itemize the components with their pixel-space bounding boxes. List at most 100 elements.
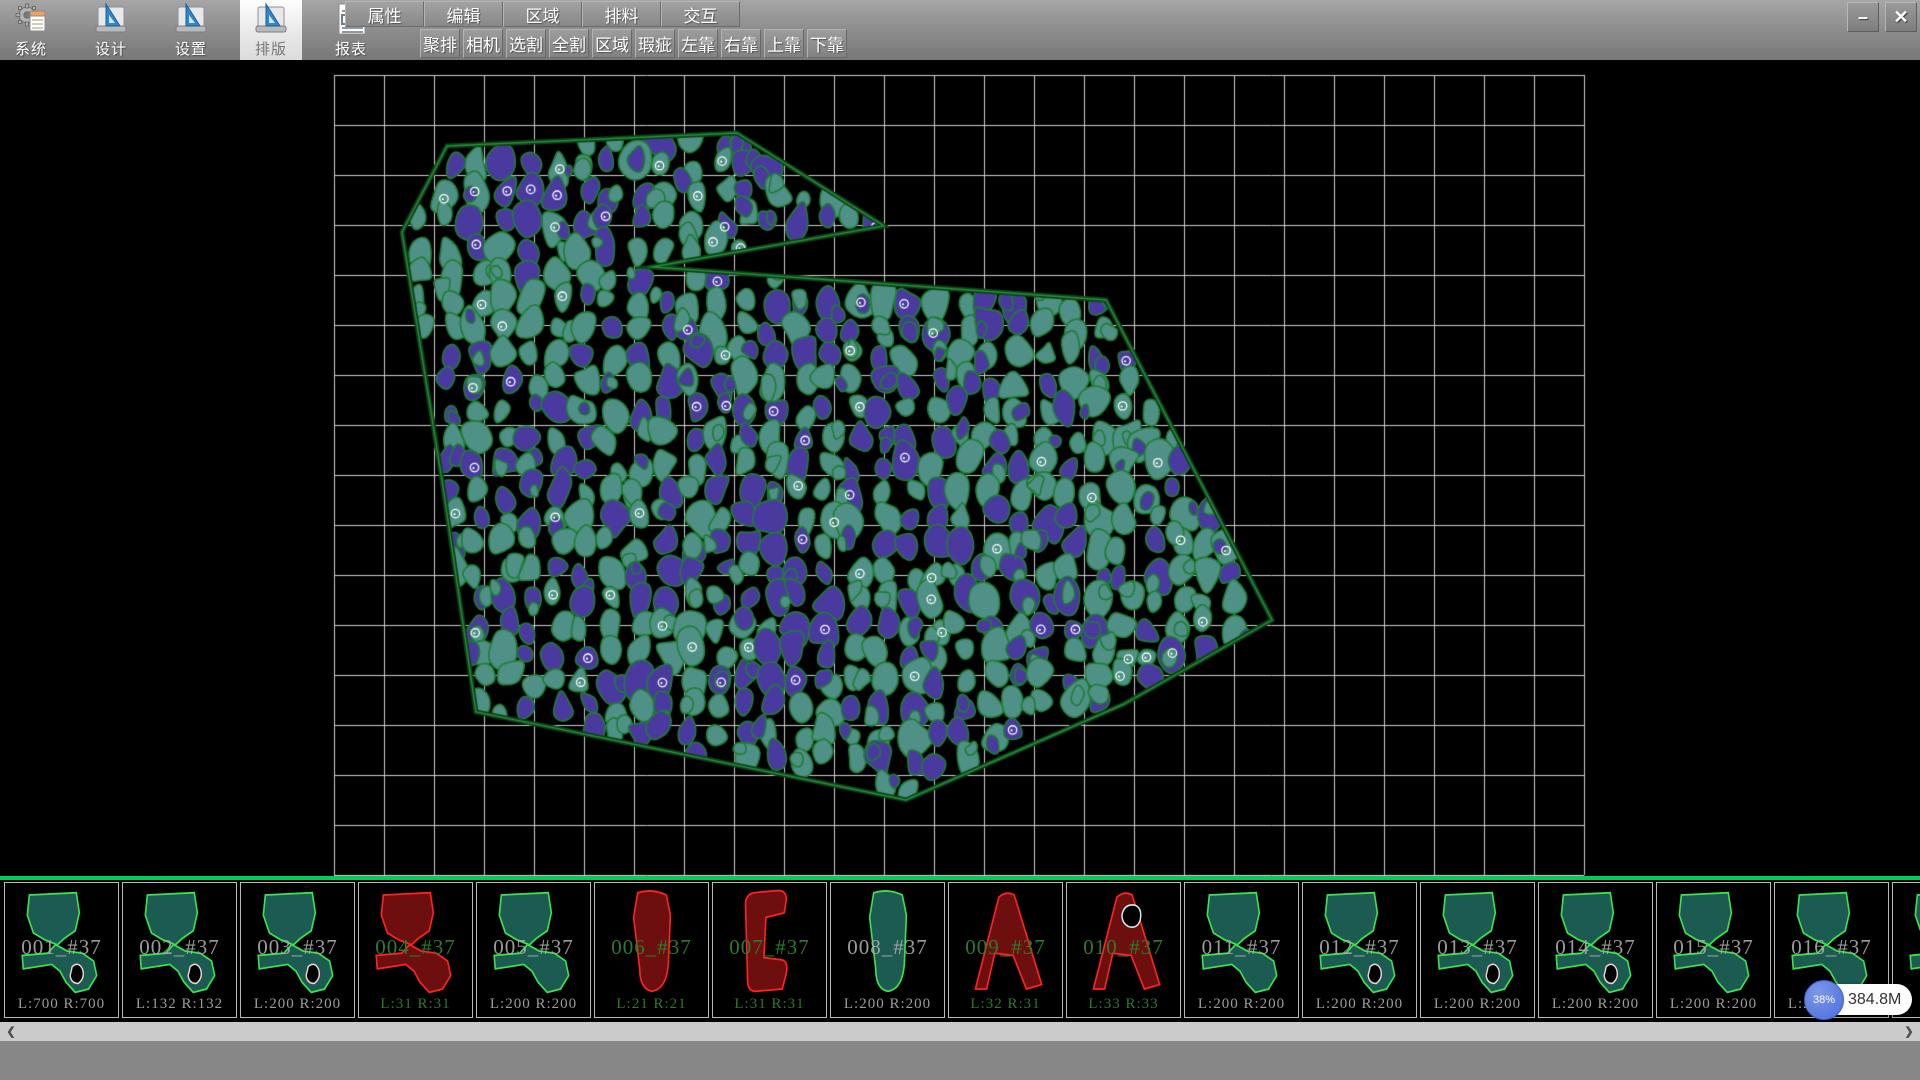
piece-name-label: 009_#37 — [949, 935, 1062, 960]
nav-tab-label: 排版 — [255, 38, 287, 59]
piece-name-label: 004_#37 — [359, 935, 472, 960]
piece-lr-count-label: L:33 R:33 — [1067, 996, 1180, 1013]
piece-lr-count-label: L:32 R:31 — [949, 996, 1062, 1013]
thumbnail-cell[interactable]: 006_#37 L:21 R:21 — [594, 882, 709, 1018]
toolbar: 系统 设计 设置 排版 报表 属性编辑区域排料交互 聚排相机选割全割区域瑕疵左靠… — [0, 0, 1920, 61]
nav-tab-design[interactable]: 设计 — [80, 0, 142, 60]
piece-lr-count-label: L:21 R:21 — [595, 996, 708, 1013]
setsquare-icon — [173, 2, 209, 36]
nav-tab-setting[interactable]: 设置 — [160, 0, 222, 60]
thumbnail-cell[interactable]: 007_#37 L:31 R:31 — [712, 882, 827, 1018]
setsquare-icon — [253, 2, 289, 36]
thumbnail-cell[interactable]: 012_#37 L:200 R:200 — [1302, 882, 1417, 1018]
piece-hole — [70, 964, 83, 983]
nav-tab-label: 系统 — [15, 38, 47, 59]
piece-lr-count-label: L:200 R:200 — [1421, 996, 1534, 1013]
menu-button-row1-2[interactable]: 区域 — [503, 1, 582, 27]
memory-amount-label: 384.8M — [1848, 984, 1901, 1015]
piece-name-label: 002_#37 — [123, 935, 236, 960]
close-button[interactable]: ✕ — [1885, 2, 1917, 32]
piece-name-label: 012_#37 — [1303, 935, 1416, 960]
nav-tab-label: 报表 — [335, 38, 367, 59]
piece-name-label: 005_#37 — [477, 935, 590, 960]
scroll-left-icon[interactable]: ❮ — [0, 1022, 22, 1041]
menu-button-row1-4[interactable]: 交互 — [661, 1, 740, 27]
menu-button-row1-3[interactable]: 排料 — [582, 1, 661, 27]
piece-name-label: 014_#37 — [1539, 935, 1652, 960]
menu-button-row1-0[interactable]: 属性 — [345, 1, 424, 27]
status-bar — [0, 1041, 1920, 1080]
menu-button-row2-5[interactable]: 瑕疵 — [635, 29, 675, 58]
setsquare-icon — [93, 2, 129, 36]
menu-row-2: 聚排相机选割全割区域瑕疵左靠右靠上靠下靠 — [420, 29, 847, 58]
memory-percent-indicator: 38% — [1804, 980, 1844, 1020]
piece-lr-count-label: L:700 R:700 — [5, 996, 118, 1013]
thumbnail-cell[interactable]: 013_#37 L:200 R:200 — [1420, 882, 1535, 1018]
piece-hole — [306, 964, 319, 983]
piece-name-label: 008_#37 — [831, 935, 944, 960]
nav-tab-system[interactable]: 系统 — [0, 0, 62, 60]
piece-lr-count-label: L:200 R:200 — [1657, 996, 1770, 1013]
thumbnail-cell[interactable]: 015_#37 L:200 R:200 — [1656, 882, 1771, 1018]
piece-hole — [1368, 964, 1381, 983]
piece-hole — [1122, 905, 1141, 927]
menu-button-row2-6[interactable]: 左靠 — [678, 29, 718, 58]
piece-shape-preview — [1899, 886, 1920, 998]
piece-name-label: 006_#37 — [595, 935, 708, 960]
gear-icon — [13, 2, 49, 36]
menu-button-row2-2[interactable]: 选割 — [506, 29, 546, 58]
piece-thumbnail-strip: 001_#37 L:700 R:700 002_#37 L:132 R:132 … — [0, 880, 1920, 1022]
memory-usage-badge: 38% 384.8M — [1824, 984, 1912, 1015]
piece-name-label: 011_#37 — [1185, 935, 1298, 960]
menu-button-row2-8[interactable]: 上靠 — [764, 29, 804, 58]
piece-lr-count-label: L:200 R:200 — [1539, 996, 1652, 1013]
thumbnail-cell[interactable]: 005_#37 L:200 R:200 — [476, 882, 591, 1018]
thumbnail-cell[interactable]: 010_#37 L:33 R:33 — [1066, 882, 1181, 1018]
piece-name-label: 016_#37 — [1775, 935, 1888, 960]
piece-lr-count-label: L:31 R:31 — [713, 996, 826, 1013]
piece-lr-count-label: L:200 R:200 — [1185, 996, 1298, 1013]
piece-hole — [188, 964, 201, 983]
piece-hole — [1604, 964, 1617, 983]
thumbnail-cell[interactable]: 008_#37 L:200 R:200 — [830, 882, 945, 1018]
thumbnail-cell[interactable]: 009_#37 L:32 R:31 — [948, 882, 1063, 1018]
nav-tabs: 系统 设计 设置 排版 报表 — [0, 0, 400, 60]
nav-tab-label: 设计 — [95, 38, 127, 59]
piece-name-label: 013_#37 — [1421, 935, 1534, 960]
piece-lr-count-label: L:200 R:200 — [831, 996, 944, 1013]
window-controls: – ✕ — [1847, 2, 1917, 32]
application-window: 系统 设计 设置 排版 报表 属性编辑区域排料交互 聚排相机选割全割区域瑕疵左靠… — [0, 0, 1920, 1080]
menu-button-row2-7[interactable]: 右靠 — [721, 29, 761, 58]
menu-button-row2-0[interactable]: 聚排 — [420, 29, 460, 58]
menu-row-1: 属性编辑区域排料交互 — [345, 1, 740, 27]
thumbnail-cell[interactable]: 004_#37 L:31 R:31 — [358, 882, 473, 1018]
horizontal-scrollbar[interactable]: ❮ ❯ — [0, 1022, 1920, 1041]
thumbnail-cell[interactable]: 011_#37 L:200 R:200 — [1184, 882, 1299, 1018]
piece-lr-count-label: L:200 R:200 — [241, 996, 354, 1013]
piece-lr-count-label: L:200 R:200 — [477, 996, 590, 1013]
nesting-canvas[interactable] — [0, 60, 1920, 876]
thumbnail-cell[interactable]: 001_#37 L:700 R:700 — [4, 882, 119, 1018]
thumbnail-cell[interactable]: 003_#37 L:200 R:200 — [240, 882, 355, 1018]
piece-hole — [1486, 964, 1499, 983]
piece-name-label: 015_#37 — [1657, 935, 1770, 960]
piece-name-label: 003_#37 — [241, 935, 354, 960]
menu-button-row2-4[interactable]: 区域 — [592, 29, 632, 58]
piece-lr-count-label: L:132 R:132 — [123, 996, 236, 1013]
nav-tab-label: 设置 — [175, 38, 207, 59]
thumbnail-cell[interactable]: 002_#37 L:132 R:132 — [122, 882, 237, 1018]
menu-button-row2-1[interactable]: 相机 — [463, 29, 503, 58]
piece-lr-count-label: L:200 R:200 — [1303, 996, 1416, 1013]
piece-name-label: 010_#37 — [1067, 935, 1180, 960]
scroll-right-icon[interactable]: ❯ — [1898, 1022, 1920, 1041]
nesting-canvas-area — [0, 60, 1920, 876]
menu-button-row1-1[interactable]: 编辑 — [424, 1, 503, 27]
menu-button-row2-3[interactable]: 全割 — [549, 29, 589, 58]
thumbnail-cell[interactable]: 014_#37 L:200 R:200 — [1538, 882, 1653, 1018]
piece-name-label: 001_#37 — [5, 935, 118, 960]
minimize-button[interactable]: – — [1847, 2, 1879, 32]
menu-button-row2-9[interactable]: 下靠 — [807, 29, 847, 58]
piece-lr-count-label: L:31 R:31 — [359, 996, 472, 1013]
nav-tab-nesting[interactable]: 排版 — [240, 0, 302, 60]
piece-name-label: 007_#37 — [713, 935, 826, 960]
